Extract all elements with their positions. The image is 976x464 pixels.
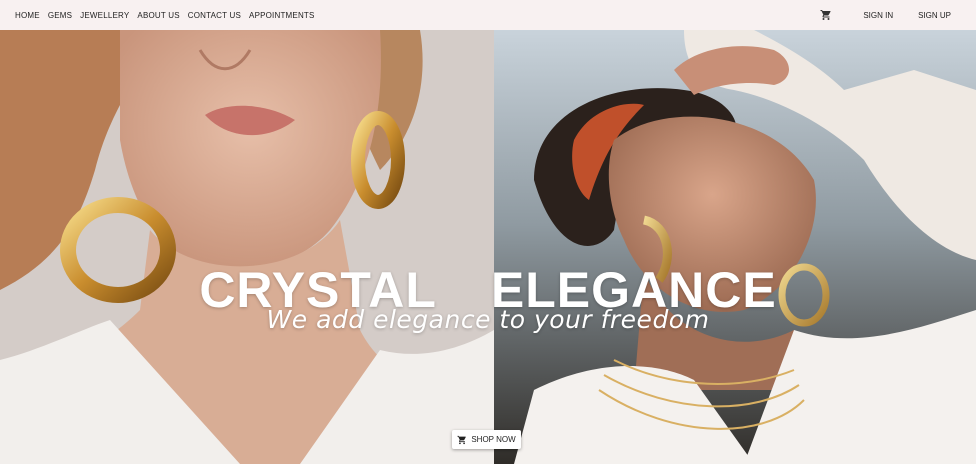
nav-gems-link[interactable]: GEMS	[44, 11, 76, 20]
nav-home-link[interactable]: HOME	[11, 11, 44, 20]
shop-now-button[interactable]: SHOP NOW	[452, 430, 521, 449]
shop-now-label: SHOP NOW	[471, 435, 516, 444]
cart-icon[interactable]	[820, 8, 834, 22]
nav-contact-us-link[interactable]: CONTACT US	[184, 11, 245, 20]
sign-in-link[interactable]: SIGN IN	[851, 11, 905, 20]
hero-banner: CRYSTAL ELEGANCE We add elegance to your…	[0, 30, 976, 464]
top-navbar: HOME GEMS JEWELLERY ABOUT US CONTACT US …	[0, 0, 976, 30]
hero-tagline: We add elegance to your freedom	[266, 305, 710, 334]
hero-photo-left	[0, 30, 494, 464]
sign-up-link[interactable]: SIGN UP	[906, 11, 963, 20]
nav-links: HOME GEMS JEWELLERY ABOUT US CONTACT US …	[11, 11, 319, 20]
nav-about-us-link[interactable]: ABOUT US	[133, 11, 183, 20]
nav-actions: SIGN IN SIGN UP	[820, 0, 976, 30]
nav-jewellery-link[interactable]: JEWELLERY	[76, 11, 133, 20]
hero-photo-right	[494, 30, 976, 464]
cart-icon	[457, 435, 467, 445]
nav-appointments-link[interactable]: APPOINTMENTS	[245, 11, 319, 20]
